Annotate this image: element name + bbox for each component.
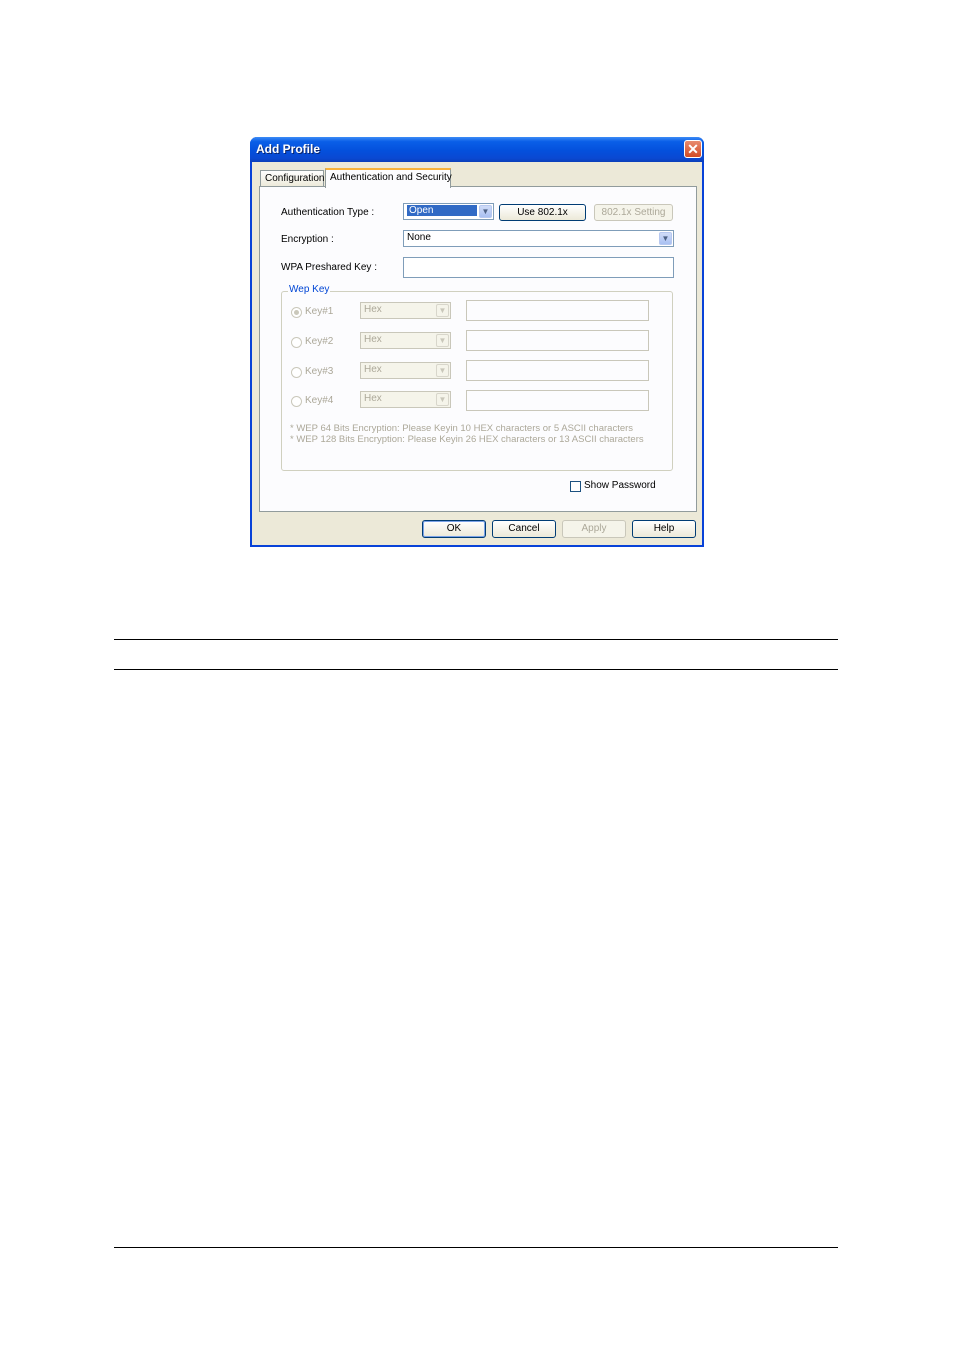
- cancel-button[interactable]: Cancel: [492, 520, 556, 538]
- window-title: Add Profile: [256, 142, 321, 156]
- key2-label: Key#2: [305, 336, 334, 347]
- key4-input[interactable]: [466, 390, 649, 411]
- title-bar[interactable]: Add Profile ✕: [250, 137, 704, 162]
- key1-label: Key#1: [305, 306, 334, 317]
- key3-format-select[interactable]: Hex ▼: [360, 362, 451, 379]
- table-bottom-rule: [114, 669, 838, 670]
- key3-radio[interactable]: [291, 367, 302, 378]
- key3-format-value: Hex: [364, 364, 382, 375]
- chevron-down-icon: ▼: [436, 393, 449, 406]
- auth-type-value: Open: [407, 205, 477, 216]
- apply-button[interactable]: Apply: [562, 520, 626, 538]
- footer-rule: [114, 1247, 838, 1248]
- wpa-preshared-key-input[interactable]: [403, 257, 674, 278]
- wpa-preshared-key-label: WPA Preshared Key :: [281, 262, 377, 273]
- chevron-down-icon[interactable]: ▼: [479, 205, 492, 218]
- show-password-checkbox[interactable]: [570, 481, 581, 492]
- key4-format-select[interactable]: Hex ▼: [360, 391, 451, 408]
- key3-input[interactable]: [466, 360, 649, 381]
- add-profile-dialog: Add Profile ✕ Configuration Authenticati…: [250, 137, 704, 547]
- tab-authentication-and-security[interactable]: Authentication and Security: [325, 168, 452, 188]
- key2-radio[interactable]: [291, 337, 302, 348]
- key4-radio[interactable]: [291, 396, 302, 407]
- auth-type-select[interactable]: Open ▼: [403, 203, 494, 220]
- table-top-rule: [114, 639, 838, 640]
- key1-format-select[interactable]: Hex ▼: [360, 302, 451, 319]
- chevron-down-icon: ▼: [436, 364, 449, 377]
- tab-configuration[interactable]: Configuration: [260, 170, 324, 187]
- help-button[interactable]: Help: [632, 520, 696, 538]
- ok-button[interactable]: OK: [422, 520, 486, 538]
- key1-input[interactable]: [466, 300, 649, 321]
- use-8021x-button[interactable]: Use 802.1x: [499, 204, 586, 221]
- encryption-value: None: [407, 232, 431, 243]
- wep-128-note: * WEP 128 Bits Encryption: Please Keyin …: [290, 434, 644, 445]
- auth-type-label: Authentication Type :: [281, 207, 375, 218]
- chevron-down-icon: ▼: [436, 334, 449, 347]
- key2-input[interactable]: [466, 330, 649, 351]
- 8021x-setting-button[interactable]: 802.1x Setting: [594, 204, 673, 221]
- key1-format-value: Hex: [364, 304, 382, 315]
- encryption-select[interactable]: None ▼: [403, 230, 674, 247]
- tab-panel-authentication: Authentication Type : Open ▼ Use 802.1x …: [259, 186, 697, 512]
- key4-label: Key#4: [305, 395, 334, 406]
- wep-key-group-title: Wep Key: [288, 284, 331, 295]
- show-password-label: Show Password: [584, 480, 656, 491]
- key4-format-value: Hex: [364, 393, 382, 404]
- key2-format-select[interactable]: Hex ▼: [360, 332, 451, 349]
- encryption-label: Encryption :: [281, 234, 334, 245]
- chevron-down-icon[interactable]: ▼: [659, 232, 672, 245]
- chevron-down-icon: ▼: [436, 304, 449, 317]
- close-icon[interactable]: ✕: [684, 140, 702, 158]
- key1-radio[interactable]: [291, 307, 302, 318]
- key2-format-value: Hex: [364, 334, 382, 345]
- key3-label: Key#3: [305, 366, 334, 377]
- wep-64-note: * WEP 64 Bits Encryption: Please Keyin 1…: [290, 423, 634, 434]
